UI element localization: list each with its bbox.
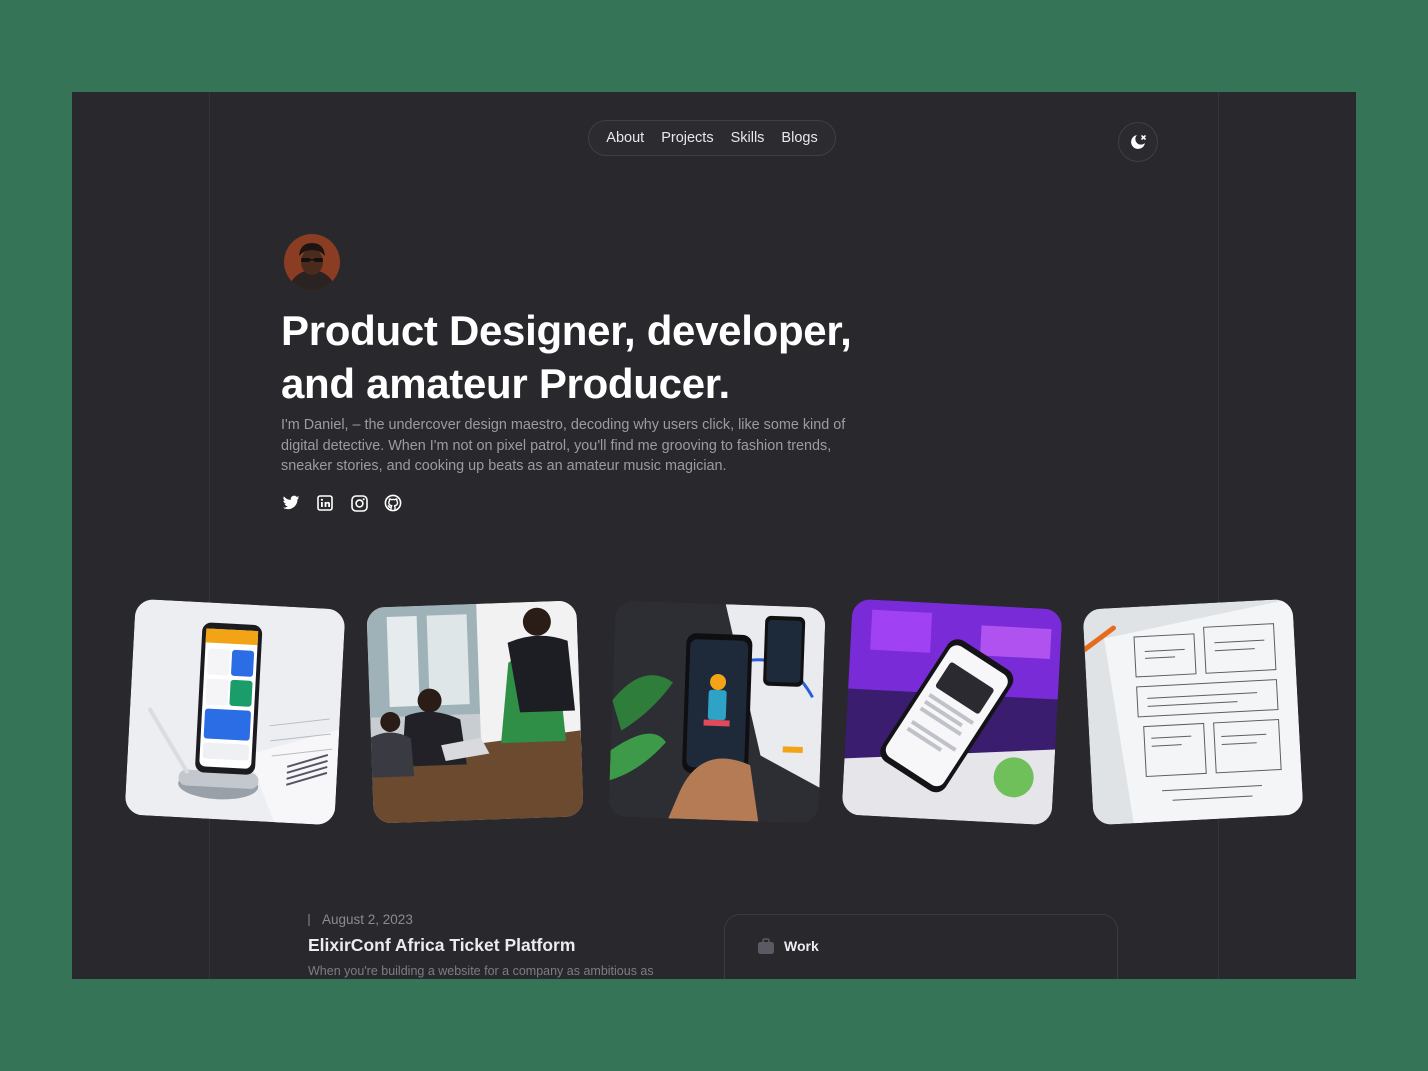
gallery-image-1[interactable]: [124, 598, 346, 826]
briefcase-icon: [758, 938, 774, 954]
post-excerpt: When you're building a website for a com…: [308, 964, 654, 978]
post-date: August 2, 2023: [322, 912, 413, 927]
twitter-link[interactable]: [282, 494, 300, 512]
social-links: [282, 494, 402, 512]
twitter-icon: [282, 495, 300, 510]
top-nav: About Projects Skills Blogs: [588, 120, 836, 156]
linkedin-link[interactable]: [316, 494, 334, 512]
gallery-image-2[interactable]: [366, 600, 584, 824]
work-header: Work: [757, 937, 819, 955]
right-guide-line: [1218, 92, 1219, 979]
moon-icon: [1131, 135, 1146, 149]
nav-skills[interactable]: Skills: [731, 130, 765, 146]
left-guide-line: [209, 92, 210, 979]
intro-text: I'm Daniel, – the undercover design maes…: [281, 417, 846, 474]
instagram-icon: [350, 494, 368, 512]
portfolio-page: About Projects Skills Blogs Product Desi…: [72, 92, 1356, 979]
avatar: [284, 234, 340, 290]
github-link[interactable]: [384, 494, 402, 512]
gallery-image-5[interactable]: [1082, 598, 1304, 826]
github-icon: [384, 494, 402, 512]
gallery-image-4[interactable]: [841, 598, 1063, 826]
work-card: Work: [724, 914, 1118, 979]
page-title: Product Designer, developer, and amateur…: [281, 304, 981, 410]
theme-toggle-button[interactable]: [1118, 122, 1158, 162]
headline-line-2: and amateur Producer.: [281, 360, 730, 407]
post-date-row: August 2, 2023: [308, 912, 708, 927]
date-divider: [308, 913, 310, 926]
nav-projects[interactable]: Projects: [661, 130, 713, 146]
nav-blogs[interactable]: Blogs: [781, 130, 817, 146]
work-label: Work: [784, 938, 819, 954]
nav-about[interactable]: About: [606, 130, 644, 146]
gallery-image-3[interactable]: [608, 600, 826, 824]
headline-line-1: Product Designer, developer,: [281, 307, 852, 354]
blog-post-preview[interactable]: August 2, 2023 ElixirConf Africa Ticket …: [308, 912, 708, 978]
linkedin-icon: [317, 495, 333, 511]
instagram-link[interactable]: [350, 494, 368, 512]
post-title[interactable]: ElixirConf Africa Ticket Platform: [308, 935, 708, 956]
